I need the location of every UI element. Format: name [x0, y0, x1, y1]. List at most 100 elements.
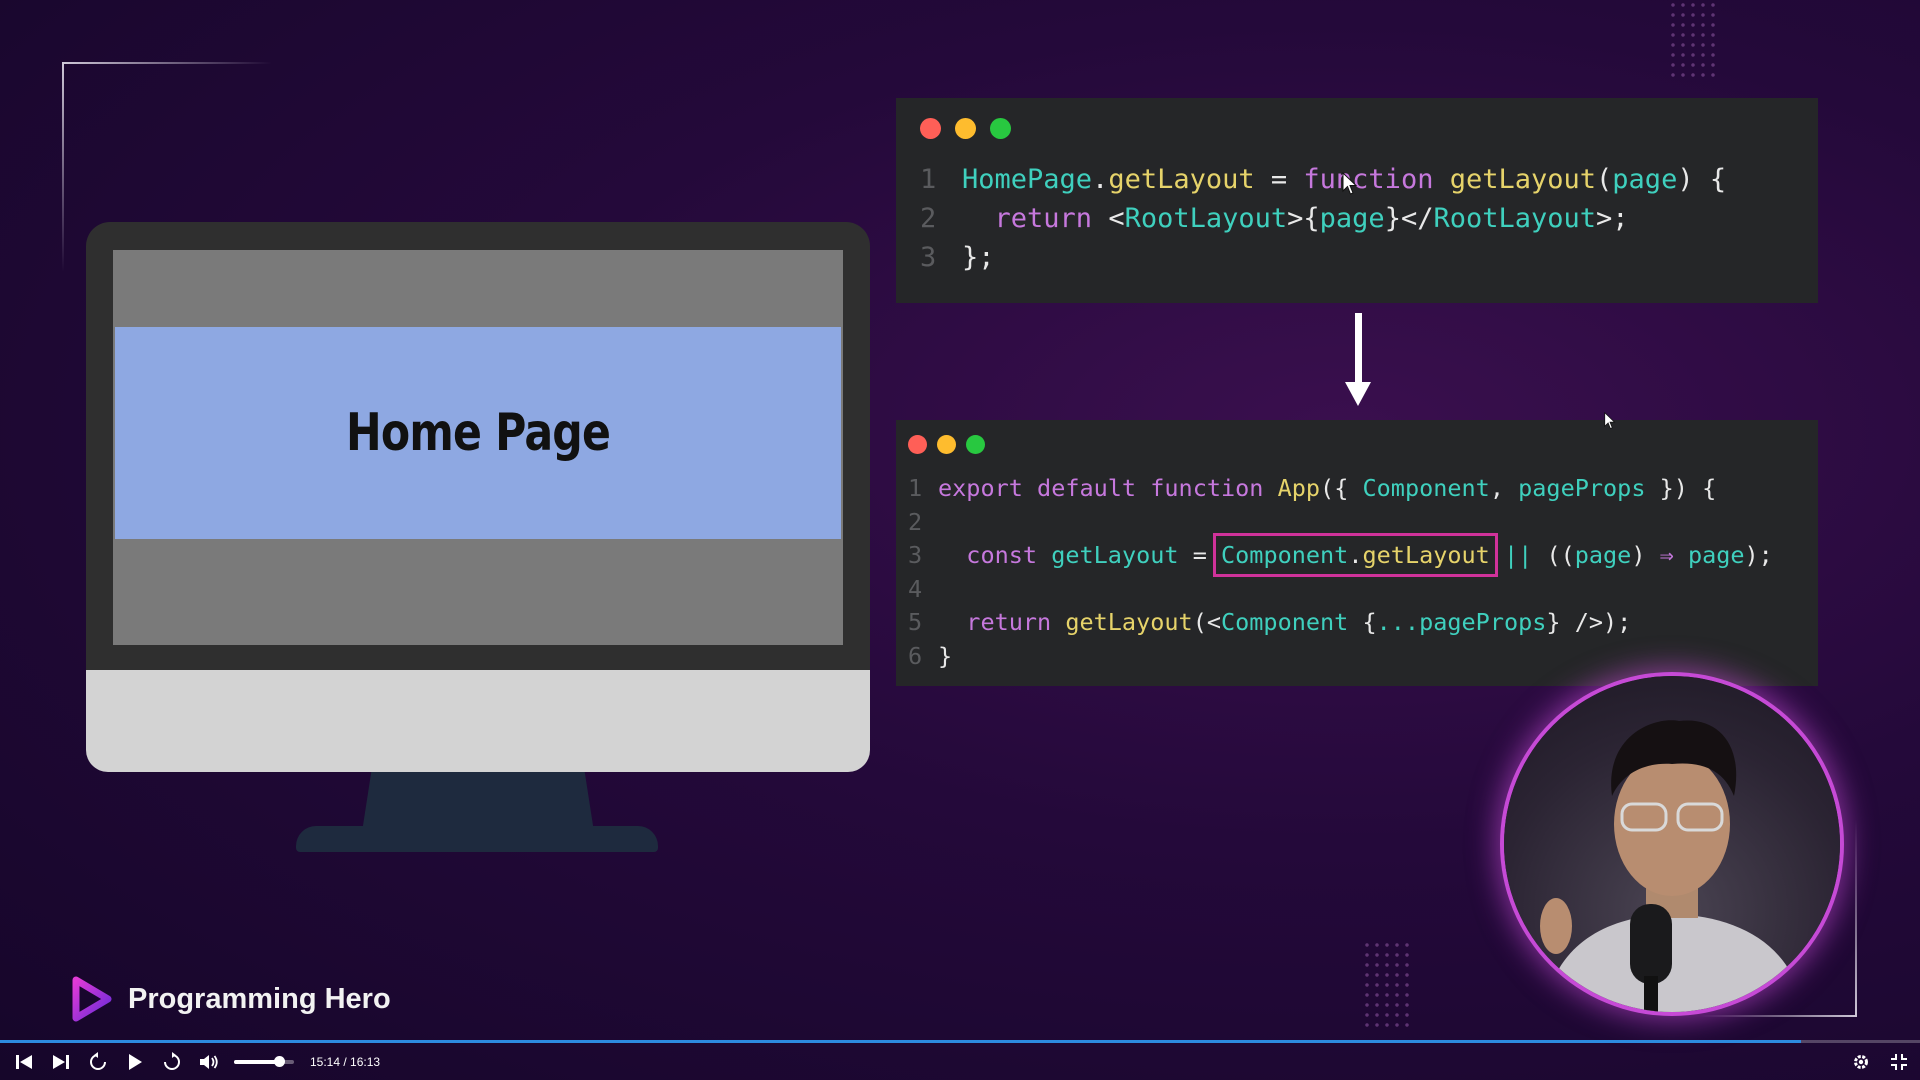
code-token: getLayout	[1449, 164, 1597, 195]
code-token: Component	[1362, 474, 1490, 502]
frame-corner-top-left-vertical	[62, 62, 64, 272]
monitor-chin	[86, 670, 870, 772]
code-token: };	[962, 242, 995, 273]
time-display: 15:14 / 16:13	[310, 1055, 380, 1069]
code-token: return	[966, 608, 1052, 636]
frame-corner-top-left	[62, 62, 272, 64]
settings-button[interactable]	[1848, 1049, 1874, 1075]
decorative-dots-bottom	[1362, 940, 1412, 1030]
code-token: }	[938, 641, 953, 670]
skip-forward-icon	[53, 1054, 69, 1069]
code-token: HomePage	[962, 164, 1093, 195]
code-token: );	[1744, 541, 1773, 569]
line-number: 4	[908, 574, 923, 603]
code-token: RootLayout	[1433, 203, 1597, 234]
code-token: <	[1092, 203, 1125, 234]
exit-fullscreen-button[interactable]	[1886, 1049, 1912, 1075]
down-arrow-shaft	[1355, 313, 1362, 391]
code-line: 3};	[920, 238, 1726, 277]
code-token: page	[1612, 164, 1678, 195]
volume-knob[interactable]	[274, 1055, 285, 1067]
home-page-title: Home Page	[345, 403, 611, 463]
minimize-dot	[937, 435, 956, 454]
play-logo-icon	[72, 976, 112, 1022]
mouse-cursor-icon	[1604, 411, 1616, 434]
code-token: page	[1687, 541, 1745, 569]
presenter-webcam	[1504, 676, 1840, 1012]
volume-button[interactable]	[196, 1049, 222, 1075]
mouse-cursor-icon	[1342, 171, 1358, 200]
code-token: ...	[1376, 608, 1420, 636]
code-token: ({	[1320, 474, 1363, 502]
code-token: function	[1150, 474, 1264, 502]
code-token: export	[938, 474, 1023, 502]
code-line: 2	[908, 506, 1773, 540]
volume-slider[interactable]	[234, 1055, 294, 1067]
code-line: 1 HomePage.getLayout = function getLayout…	[920, 160, 1726, 199]
code-line: 2 return <RootLayout>{page}</RootLayout>…	[920, 199, 1726, 238]
code-token: ) {	[1677, 164, 1727, 195]
code-token: }</	[1384, 203, 1434, 234]
code-token: ||	[1489, 541, 1547, 569]
rewind-button[interactable]	[85, 1049, 111, 1075]
code-token: getLayout	[1362, 541, 1490, 569]
code-token: const	[966, 541, 1038, 569]
code-token: ((	[1546, 541, 1575, 569]
gear-icon	[1854, 1054, 1868, 1069]
volume-level	[234, 1059, 279, 1064]
code-token: getLayout	[1108, 164, 1255, 195]
code-token: Component	[1220, 608, 1349, 636]
forward-icon	[164, 1051, 180, 1070]
code-token: page	[1319, 203, 1385, 234]
code-token: } />);	[1546, 608, 1632, 636]
close-dot	[920, 118, 941, 139]
line-number: 1	[920, 164, 937, 195]
code-token: Component	[1221, 541, 1349, 569]
window-controls	[908, 435, 985, 454]
code-token: =	[1178, 541, 1221, 569]
next-button[interactable]	[48, 1049, 74, 1075]
code-line: 3 const getLayout = Component.getLayout …	[908, 533, 1773, 577]
current-time: 15:14	[310, 1054, 341, 1069]
skip-back-icon	[16, 1054, 32, 1069]
line-number: 1	[908, 474, 923, 502]
forward-button[interactable]	[159, 1049, 185, 1075]
replay-icon	[90, 1051, 106, 1070]
code-token: =	[1254, 164, 1304, 195]
code-token: pageProps	[1419, 608, 1547, 636]
decorative-dots-top	[1668, 0, 1718, 80]
code-block-app: 1 export default function App({ Component…	[908, 472, 1773, 673]
monitor-stand-base	[296, 826, 658, 852]
presenter-silhouette	[1540, 720, 1804, 1012]
time-separator: /	[340, 1054, 351, 1069]
line-number: 3	[908, 541, 923, 569]
code-token: pageProps	[1518, 474, 1646, 502]
code-token: getLayout	[1051, 541, 1179, 569]
code-window-homepage: 1 HomePage.getLayout = function getLayout…	[896, 98, 1818, 303]
player-right-controls	[1848, 1043, 1912, 1080]
duration: 16:13	[350, 1054, 381, 1069]
code-token: RootLayout	[1124, 203, 1288, 234]
window-controls	[920, 118, 1011, 139]
code-block-homepage: 1 HomePage.getLayout = function getLayout…	[920, 160, 1726, 277]
programming-hero-logo: Programming Hero	[72, 974, 391, 1024]
play-button[interactable]	[122, 1049, 148, 1075]
code-token: >{	[1287, 203, 1320, 234]
code-token: )	[1631, 541, 1660, 569]
home-page-band: Home Page	[115, 327, 841, 539]
code-token: function	[1303, 164, 1434, 195]
code-token: ⇒	[1659, 541, 1674, 569]
exit-fullscreen-icon	[1891, 1053, 1907, 1070]
previous-button[interactable]	[11, 1049, 37, 1075]
line-number: 2	[908, 507, 923, 536]
code-token: page	[1574, 541, 1632, 569]
code-line: 6}	[908, 640, 1773, 674]
line-number: 6	[908, 641, 923, 670]
